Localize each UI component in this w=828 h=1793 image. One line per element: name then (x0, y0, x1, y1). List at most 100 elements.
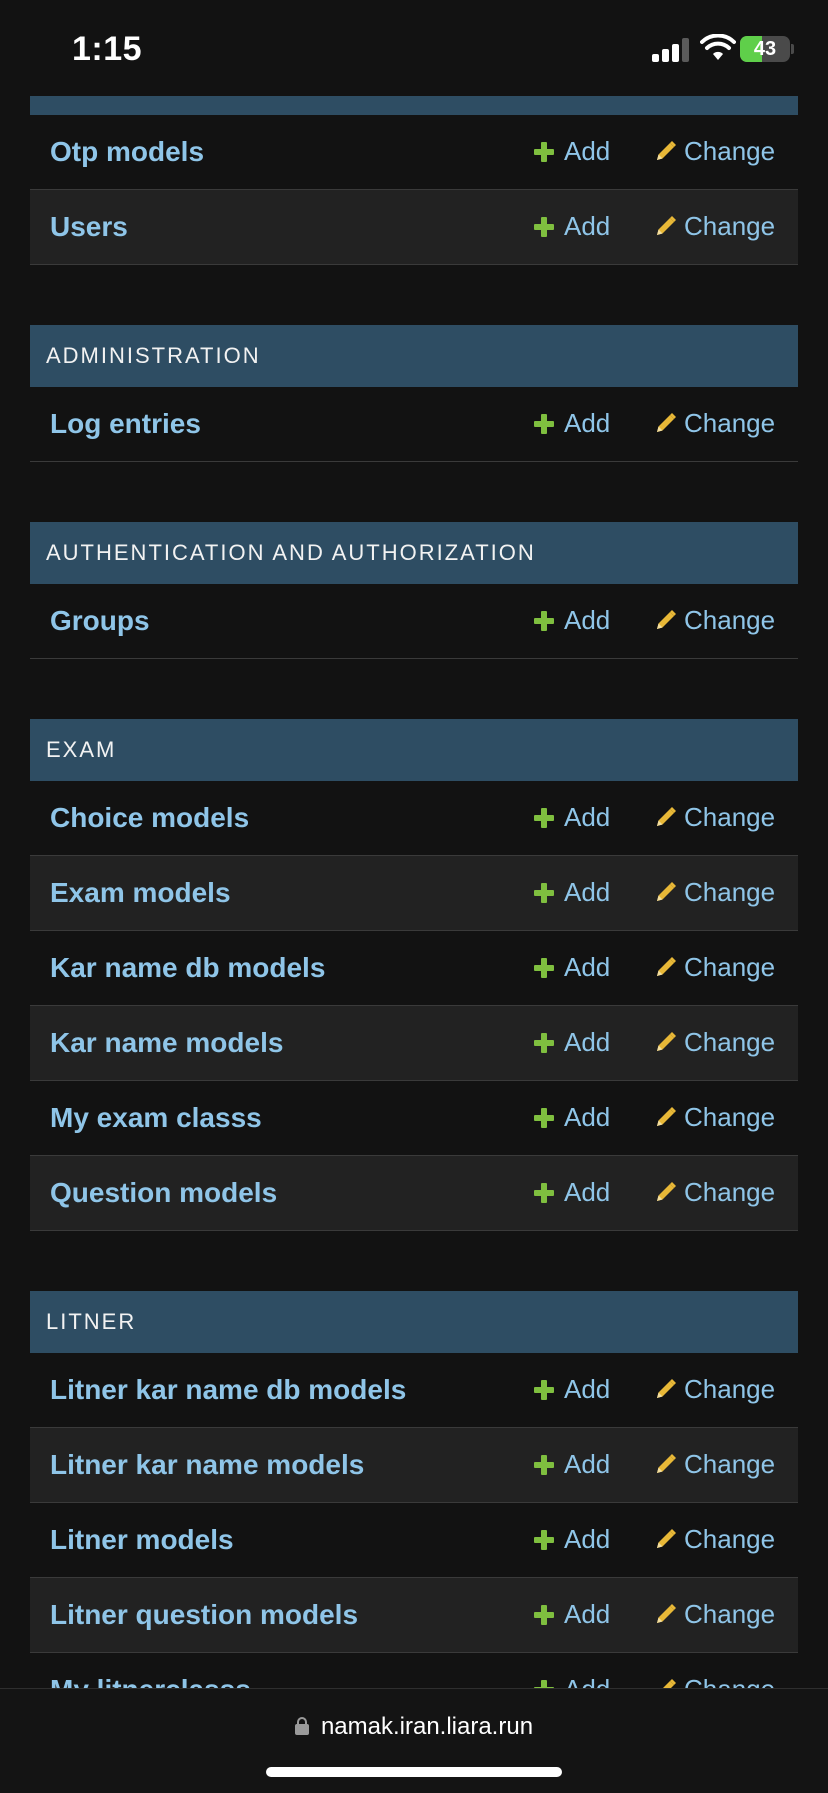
module-header[interactable]: LITNER (30, 1291, 798, 1353)
change-label: Change (684, 1102, 776, 1132)
model-link[interactable]: Otp models (50, 115, 204, 189)
plus-icon (534, 958, 554, 978)
change-link[interactable]: Change (654, 115, 775, 187)
model-row: Exam models Add Change (30, 856, 798, 931)
home-indicator[interactable] (266, 1767, 562, 1777)
model-row: Kar name db models Add Change (30, 931, 798, 1006)
change-link[interactable]: Change (654, 1503, 775, 1575)
model-row: Otp models Add Change (30, 115, 798, 190)
model-row: Groups Add Change (30, 584, 798, 659)
change-link[interactable]: Change (654, 1578, 775, 1650)
change-link[interactable]: Change (654, 1428, 775, 1500)
add-link[interactable]: Add (534, 1081, 610, 1153)
change-link[interactable]: Change (654, 190, 775, 262)
model-link[interactable]: Exam models (50, 856, 231, 930)
model-link[interactable]: Groups (50, 584, 150, 658)
browser-address-bar[interactable]: namak.iran.liara.run (0, 1688, 828, 1793)
change-label: Change (684, 605, 776, 635)
model-link[interactable]: Kar name db models (50, 931, 325, 1005)
add-label: Add (564, 1374, 611, 1404)
add-link[interactable]: Add (534, 1156, 610, 1228)
plus-icon (534, 1605, 554, 1625)
url-text: namak.iran.liara.run (320, 1713, 534, 1740)
app-index: Otp models Add Change Users Add Change ADMINI… (30, 96, 798, 1788)
status-bar: 1:15 43 (0, 0, 828, 96)
add-label: Add (564, 1177, 611, 1207)
model-row: Kar name models Add Change (30, 1006, 798, 1081)
plus-icon (534, 1455, 554, 1475)
change-link[interactable]: Change (654, 856, 775, 928)
change-link[interactable]: Change (654, 1081, 775, 1153)
pencil-icon (657, 957, 676, 976)
model-link[interactable]: Litner kar name models (50, 1428, 364, 1502)
pencil-icon (657, 610, 676, 629)
change-link[interactable]: Change (654, 1353, 775, 1425)
add-link[interactable]: Add (534, 1503, 610, 1575)
add-link[interactable]: Add (534, 115, 610, 187)
pencil-icon (657, 1182, 676, 1201)
add-link[interactable]: Add (534, 1428, 610, 1500)
change-link[interactable]: Change (654, 781, 775, 853)
add-label: Add (564, 408, 611, 438)
plus-icon (534, 883, 554, 903)
add-label: Add (564, 1524, 611, 1554)
change-label: Change (684, 211, 776, 241)
model-row: Litner kar name models Add Change (30, 1428, 798, 1503)
model-link[interactable]: Kar name models (50, 1006, 283, 1080)
add-label: Add (564, 1599, 611, 1629)
model-link[interactable]: Litner question models (50, 1578, 358, 1652)
change-label: Change (684, 1599, 776, 1629)
add-link[interactable]: Add (534, 1578, 610, 1650)
model-link[interactable]: Question models (50, 1156, 277, 1230)
add-label: Add (564, 136, 611, 166)
pencil-icon (657, 807, 676, 826)
url-display[interactable]: namak.iran.liara.run (0, 1713, 828, 1741)
change-label: Change (684, 877, 776, 907)
change-label: Change (684, 408, 776, 438)
model-link[interactable]: My exam classs (50, 1081, 262, 1155)
model-row: My exam classs Add Change (30, 1081, 798, 1156)
add-link[interactable]: Add (534, 584, 610, 656)
change-label: Change (684, 1177, 776, 1207)
plus-icon (534, 217, 554, 237)
model-link[interactable]: Litner models (50, 1503, 234, 1577)
change-link[interactable]: Change (654, 1156, 775, 1228)
change-link[interactable]: Change (654, 387, 775, 459)
pencil-icon (657, 882, 676, 901)
model-row: Log entries Add Change (30, 387, 798, 462)
change-link[interactable]: Change (654, 584, 775, 656)
add-link[interactable]: Add (534, 781, 610, 853)
pencil-icon (657, 1379, 676, 1398)
plus-icon (534, 1183, 554, 1203)
add-link[interactable]: Add (534, 387, 610, 459)
add-link[interactable]: Add (534, 1353, 610, 1425)
add-link[interactable]: Add (534, 1006, 610, 1078)
module-header[interactable]: EXAM (30, 719, 798, 781)
battery-tip (791, 44, 794, 54)
add-link[interactable]: Add (534, 931, 610, 1003)
model-link[interactable]: Litner kar name db models (50, 1353, 406, 1427)
module-administration: ADMINISTRATION Log entries Add Change (30, 325, 798, 462)
module-header[interactable]: ADMINISTRATION (30, 325, 798, 387)
module-header-strip (30, 96, 798, 115)
module-header[interactable]: AUTHENTICATION AND AUTHORIZATION (30, 522, 798, 584)
change-label: Change (684, 1027, 776, 1057)
module-authentication-and-authorization: AUTHENTICATION AND AUTHORIZATION Groups Ad… (30, 522, 798, 659)
model-link[interactable]: Users (50, 190, 128, 264)
add-label: Add (564, 952, 611, 982)
pencil-icon (657, 216, 676, 235)
model-link[interactable]: Log entries (50, 387, 201, 461)
pencil-icon (657, 413, 676, 432)
change-link[interactable]: Change (654, 1006, 775, 1078)
change-label: Change (684, 1449, 776, 1479)
change-link[interactable]: Change (654, 931, 775, 1003)
plus-icon (534, 808, 554, 828)
change-label: Change (684, 1524, 776, 1554)
plus-icon (534, 1033, 554, 1053)
change-label: Change (684, 1374, 776, 1404)
add-link[interactable]: Add (534, 190, 610, 262)
plus-icon (534, 1530, 554, 1550)
plus-icon (534, 414, 554, 434)
add-link[interactable]: Add (534, 856, 610, 928)
model-link[interactable]: Choice models (50, 781, 249, 855)
